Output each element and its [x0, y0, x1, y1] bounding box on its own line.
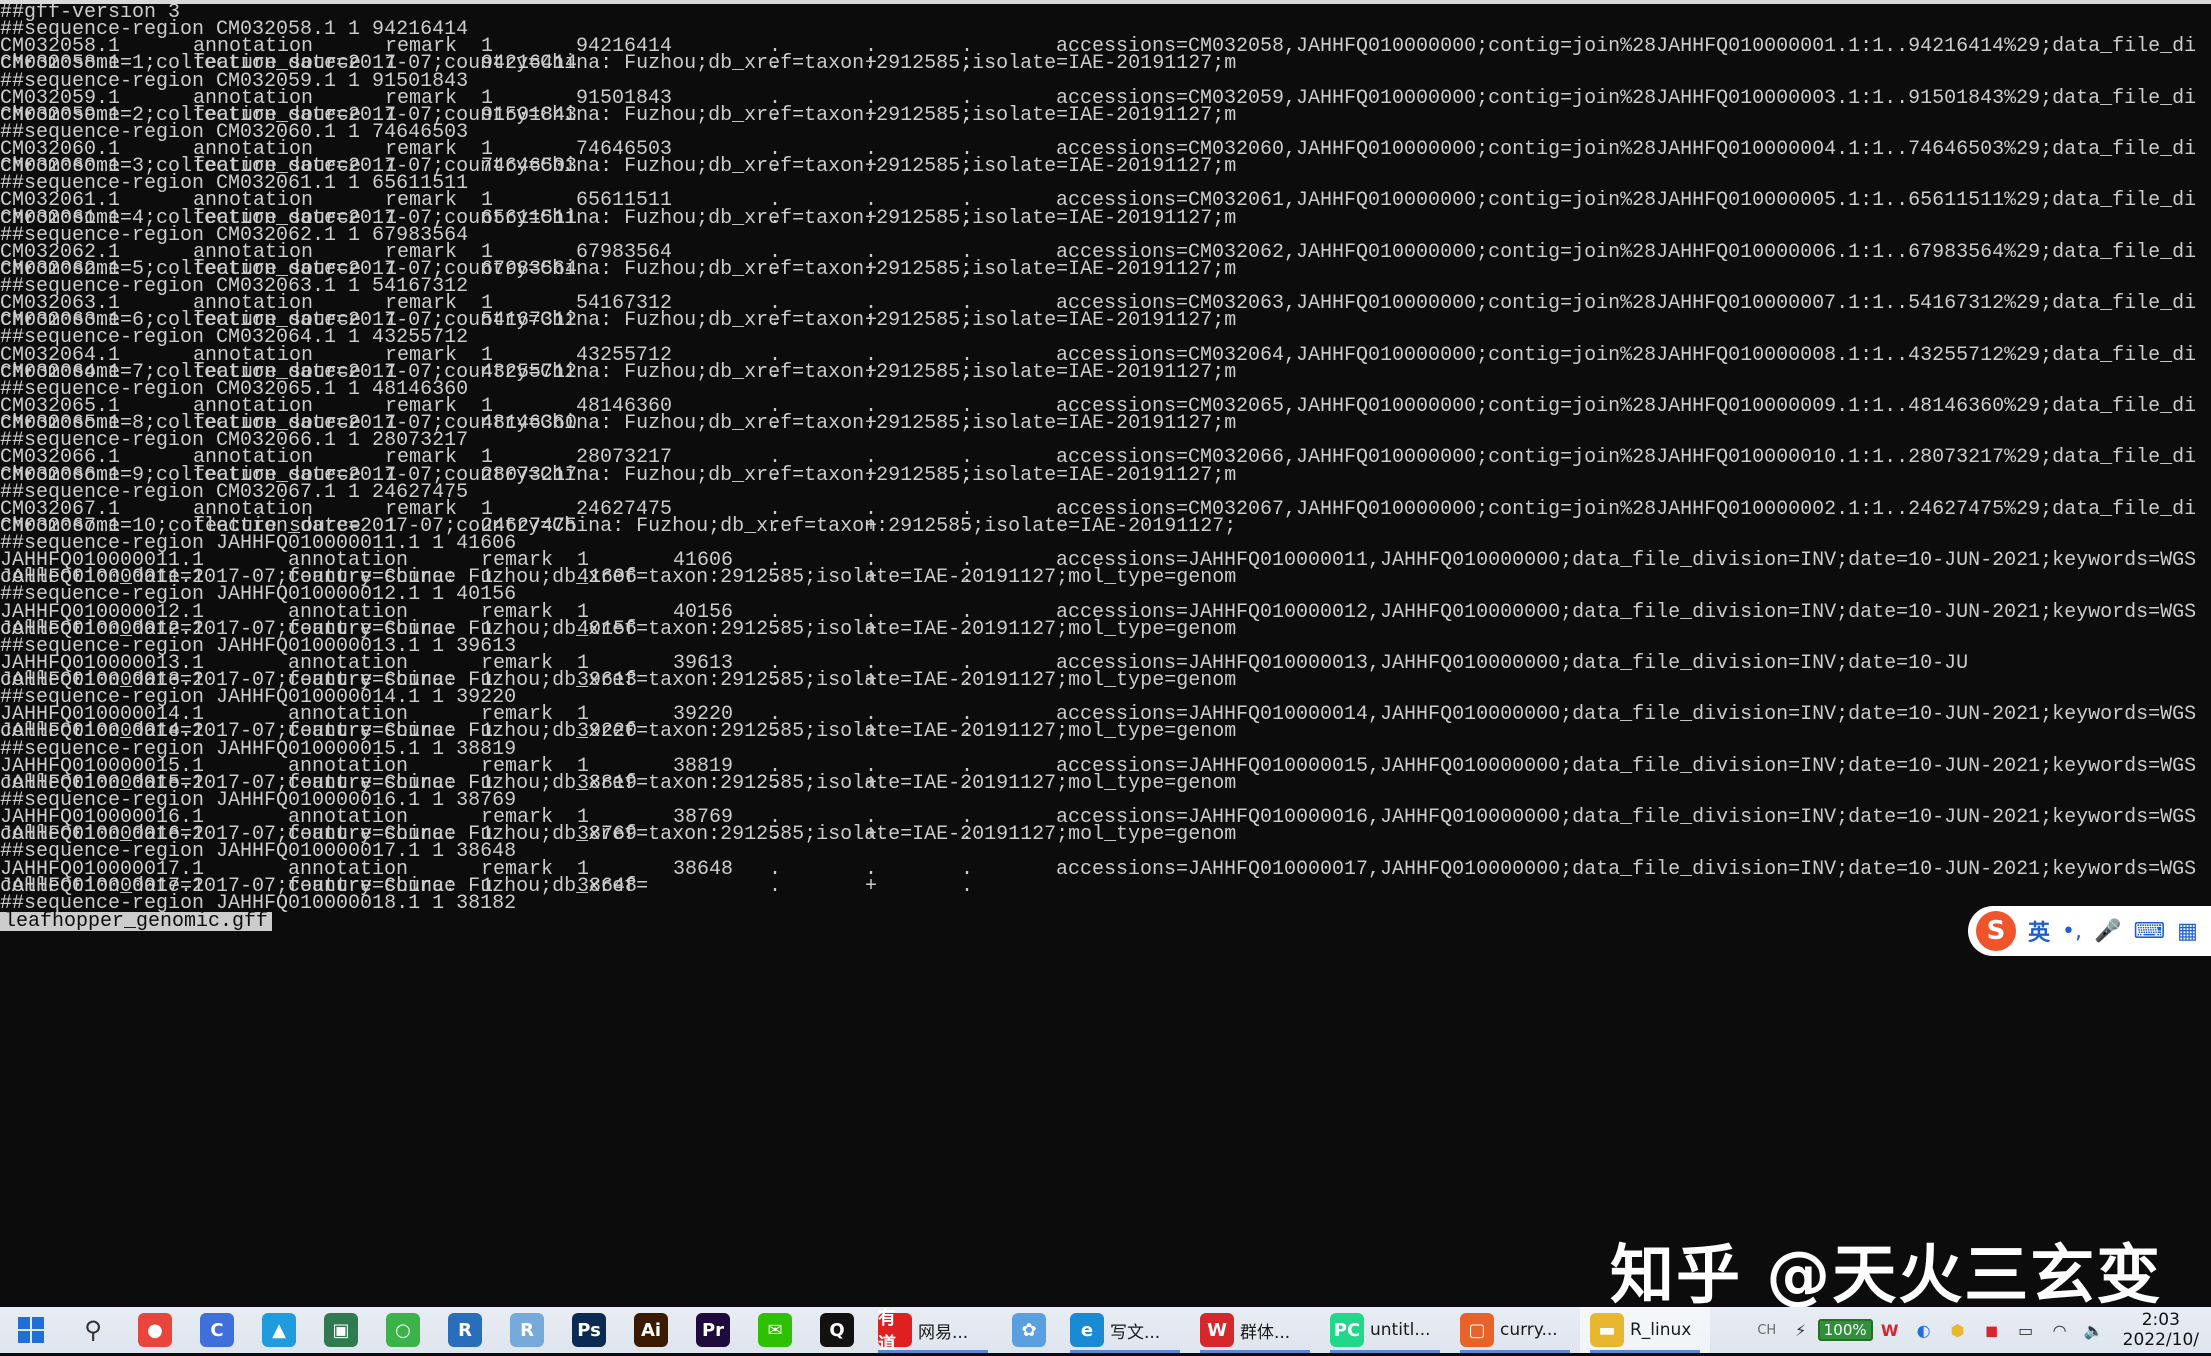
taskbar-curry[interactable]: ▢ curry... — [1450, 1307, 1580, 1353]
wechat-icon: ✉ — [758, 1313, 792, 1347]
taskbar-photos[interactable]: ▲ — [248, 1307, 310, 1353]
sogou-ime-logo-icon[interactable]: S — [1976, 911, 2016, 951]
youdao-icon: 有道 — [878, 1308, 912, 1355]
fan-app-icon: ✿ — [1012, 1313, 1046, 1347]
system-tray: CH ⚡ 100% W ◐ ⬢ ◼ ▭ ◠ 🔈 2:03 2022/10/ — [1750, 1307, 2211, 1353]
taskbar-r[interactable]: R — [434, 1307, 496, 1353]
photoshop-icon: Ps — [572, 1313, 606, 1347]
battery-percent: 100% — [1817, 1319, 1873, 1341]
tray-app-red-icon[interactable]: ◼ — [1975, 1307, 2009, 1353]
window-app-icon: ▣ — [324, 1313, 358, 1347]
taskbar-item-label: 写文... — [1110, 1322, 1161, 1343]
chrome-icon: ● — [138, 1313, 172, 1347]
photos-icon: ▲ — [262, 1313, 296, 1347]
ime-toolbar[interactable]: S 英 •, 🎤 ⌨ ▦ — [1968, 906, 2211, 956]
windows-taskbar: ⚲ ● C ▲ ▣ ○ R R Ps Ai Pr ✉ Q 有道 网易... ✿ e 写文... W 群体... PC un… — [0, 1307, 2211, 1355]
taskbar-wps[interactable]: W 群体... — [1190, 1307, 1320, 1353]
tray-app-blue-icon[interactable]: ◐ — [1907, 1307, 1941, 1353]
ime-microphone-icon[interactable]: 🎤 — [2094, 919, 2121, 944]
wifi-icon[interactable]: ◠ — [2043, 1307, 2077, 1353]
gff-field: + — [865, 874, 878, 898]
taskbar-pycharm[interactable]: PC untitl... — [1320, 1307, 1450, 1353]
gff-field: 38648 — [673, 857, 734, 881]
ime-toolbox-icon[interactable]: ▦ — [2177, 919, 2198, 944]
taskbar-item-label: 群体... — [1240, 1322, 1291, 1343]
edge-icon: e — [1070, 1313, 1104, 1347]
tray-display-icon[interactable]: ▭ — [2009, 1307, 2043, 1353]
ring-app-icon: ○ — [386, 1313, 420, 1347]
terminal-window[interactable]: ##gff-version 3 ##sequence-region CM03205… — [0, 4, 2211, 1307]
tray-wps-icon[interactable]: W — [1873, 1307, 1907, 1353]
illustrator-icon: Ai — [634, 1313, 668, 1347]
ime-punctuation-icon[interactable]: •, — [2062, 919, 2082, 944]
taskbar-item-label: 网易... — [918, 1322, 969, 1343]
rstudio-icon: R — [510, 1313, 544, 1347]
pycharm-icon: PC — [1330, 1313, 1364, 1347]
zhihu-watermark: 知乎 @天火三玄变 — [1610, 1239, 2163, 1313]
taskbar-app-fan[interactable]: ✿ — [998, 1307, 1060, 1353]
gff-field: . — [769, 874, 782, 898]
r-icon: R — [448, 1313, 482, 1347]
taskbar-premiere[interactable]: Pr — [682, 1307, 744, 1353]
lightning-icon[interactable]: ⚡ — [1784, 1307, 1818, 1353]
taskbar-app-green-circle[interactable]: ○ — [372, 1307, 434, 1353]
volume-icon[interactable]: 🔈 — [2077, 1307, 2111, 1353]
pager-status-filename: leafhopper_genomic.gff — [0, 911, 273, 931]
clock-date: 2022/10/ — [2122, 1330, 2199, 1350]
taskbar-youdao[interactable]: 有道 网易... — [868, 1307, 998, 1355]
tray-language[interactable]: CH — [1750, 1307, 1784, 1353]
taskbar-item-label: R_linux — [1630, 1320, 1692, 1340]
search-button[interactable]: ⚲ — [62, 1307, 124, 1353]
circle-app-icon: C — [200, 1313, 234, 1347]
windows-logo-icon — [18, 1317, 44, 1343]
windows-start-button[interactable] — [0, 1307, 62, 1353]
taskbar-rlinux[interactable]: ▬ R_linux — [1580, 1307, 1710, 1353]
taskbar-item-label: untitl... — [1370, 1320, 1431, 1340]
taskbar-wechat[interactable]: ✉ — [744, 1307, 806, 1353]
app-window-icon: ▢ — [1460, 1313, 1494, 1347]
taskbar-rstudio[interactable]: R — [496, 1307, 558, 1353]
taskbar-app-blue[interactable]: C — [186, 1307, 248, 1353]
search-icon: ⚲ — [84, 1316, 102, 1344]
qq-icon: Q — [820, 1313, 854, 1347]
taskbar-photoshop[interactable]: Ps — [558, 1307, 620, 1353]
taskbar-chrome[interactable]: ● — [124, 1307, 186, 1353]
taskbar-illustrator[interactable]: Ai — [620, 1307, 682, 1353]
battery-indicator[interactable]: 100% — [1817, 1307, 1873, 1353]
premiere-icon: Pr — [696, 1313, 730, 1347]
ime-keyboard-icon[interactable]: ⌨ — [2133, 919, 2165, 944]
folder-icon: ▬ — [1590, 1313, 1624, 1347]
taskbar-app-green-window[interactable]: ▣ — [310, 1307, 372, 1353]
taskbar-clock[interactable]: 2:03 2022/10/ — [2111, 1310, 2211, 1350]
wps-icon: W — [1200, 1313, 1234, 1347]
taskbar-item-label: curry... — [1500, 1320, 1558, 1340]
ime-language-mode[interactable]: 英 — [2028, 915, 2050, 947]
gff-field: . — [961, 874, 974, 898]
gff-field: accessions=JAHHFQ010000017,JAHHFQ0100000… — [1056, 857, 2197, 881]
tray-app-yellow-icon[interactable]: ⬢ — [1941, 1307, 1975, 1353]
taskbar-qq[interactable]: Q — [806, 1307, 868, 1353]
clock-time: 2:03 — [2141, 1310, 2180, 1330]
taskbar-edge[interactable]: e 写文... — [1060, 1307, 1190, 1353]
